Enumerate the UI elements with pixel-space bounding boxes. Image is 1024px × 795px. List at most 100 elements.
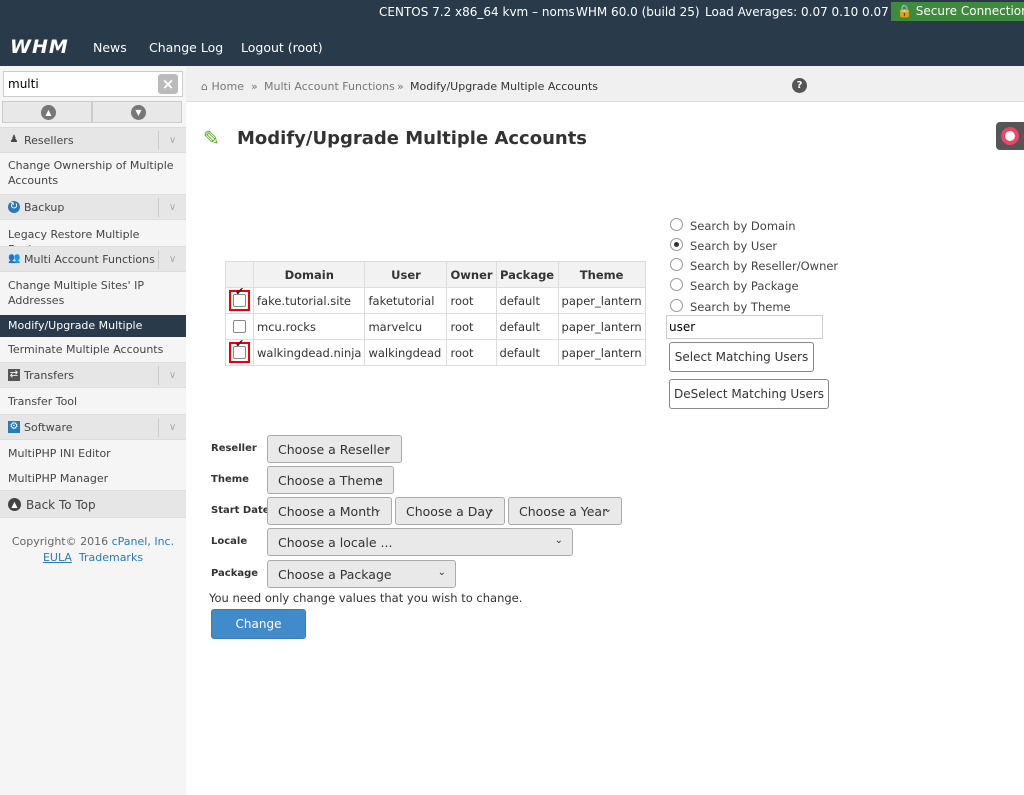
sidebar-item-modify-upgrade[interactable]: Modify/Upgrade Multiple Accounts: [0, 315, 186, 354]
category-software[interactable]: ⚙ Software ∨: [0, 414, 186, 440]
breadcrumb: ⌂ Home » Multi Account Functions » Modif…: [186, 66, 1024, 102]
row-checkbox[interactable]: [233, 294, 246, 307]
reseller-select[interactable]: Choose a Reseller ⌄: [267, 435, 402, 463]
clear-search-icon[interactable]: ×: [158, 74, 178, 94]
chevron-down-icon[interactable]: ∨: [158, 250, 186, 269]
theme-select-value: Choose a Theme: [278, 473, 383, 488]
search-term-input[interactable]: [666, 315, 823, 339]
search-input[interactable]: [3, 71, 183, 97]
chevron-down-icon: ⌄: [375, 473, 384, 484]
expand-all-button[interactable]: ▼: [92, 101, 182, 123]
package-select[interactable]: Choose a Package ⌄: [267, 560, 456, 588]
category-multi-account-functions[interactable]: 👥 Multi Account Functions ∨: [0, 246, 186, 272]
category-resellers[interactable]: ♟ Resellers ∨: [0, 127, 186, 153]
cell-domain: mcu.rocks: [252, 313, 366, 340]
arrow-up-icon: ▲: [41, 105, 56, 120]
nav-logout[interactable]: Logout (root): [241, 40, 323, 55]
sidebar-item-transfer-tool[interactable]: Transfer Tool: [8, 394, 183, 409]
sidebar-item-multiphp-ini[interactable]: MultiPHP INI Editor: [8, 446, 183, 461]
radio-button[interactable]: [670, 278, 683, 291]
chevron-down-icon[interactable]: ∨: [158, 366, 186, 385]
support-lifering-icon[interactable]: [996, 122, 1024, 150]
secure-connection-badge: 🔒 Secure Connection: [891, 2, 1024, 21]
select-matching-users-button[interactable]: Select Matching Users: [669, 342, 814, 372]
cell-package: default: [495, 339, 559, 366]
column-header-user: User: [364, 261, 448, 288]
cell-theme: paper_lantern: [557, 339, 646, 366]
help-icon[interactable]: ?: [792, 78, 807, 93]
day-select-value: Choose a Day: [406, 504, 493, 519]
copyright: Copyright© 2016 cPanel, Inc. EULA Tradem…: [0, 534, 186, 566]
cpanel-link[interactable]: cPanel, Inc.: [112, 535, 174, 548]
nav-change-log[interactable]: Change Log: [149, 40, 223, 55]
locale-select[interactable]: Choose a locale ... ⌄: [267, 528, 573, 556]
column-header-package: Package: [495, 261, 559, 288]
software-icon: ⚙: [8, 421, 20, 433]
row-checkbox[interactable]: [233, 320, 246, 333]
radio-label: Search by Reseller/Owner: [690, 259, 839, 273]
category-backup[interactable]: ↻ Backup ∨: [0, 194, 186, 220]
chevron-down-icon: ⌄: [603, 504, 612, 515]
radio-button[interactable]: [670, 258, 683, 271]
radio-button[interactable]: [670, 218, 683, 231]
eula-link[interactable]: EULA: [43, 551, 72, 564]
whm-version: WHM 60.0 (build 25): [576, 5, 700, 19]
breadcrumb-separator: »: [397, 80, 404, 93]
year-select-value: Choose a Year: [519, 504, 608, 519]
table-row[interactable]: fake.tutorial.site faketutorial root def…: [225, 287, 646, 314]
select-column-header: [225, 261, 254, 288]
chevron-down-icon: ⌄: [373, 504, 382, 515]
table-row[interactable]: walkingdead.ninja walkingdead root defau…: [225, 339, 646, 366]
month-select[interactable]: Choose a Month ⌄: [267, 497, 392, 525]
chevron-down-icon[interactable]: ∨: [158, 418, 186, 437]
breadcrumb-separator: »: [251, 80, 258, 93]
theme-select[interactable]: Choose a Theme ⌄: [267, 466, 394, 494]
accounts-table: Domain User Owner Package Theme fake.tut…: [225, 261, 646, 366]
category-transfers[interactable]: ⇄ Transfers ∨: [0, 362, 186, 388]
cell-owner: root: [446, 287, 497, 314]
category-label: Software: [24, 421, 73, 434]
radio-button[interactable]: [670, 299, 683, 312]
highlight-box: [229, 290, 250, 311]
back-to-top-button[interactable]: ▲ Back To Top: [0, 490, 186, 518]
transfers-icon: ⇄: [8, 369, 20, 381]
category-label: Backup: [24, 201, 65, 214]
radio-label: Search by User: [690, 239, 778, 253]
cell-theme: paper_lantern: [557, 287, 646, 314]
radio-label: Search by Package: [690, 279, 799, 293]
column-header-theme: Theme: [557, 261, 646, 288]
locale-select-value: Choose a locale ...: [278, 535, 393, 550]
column-header-domain: Domain: [252, 261, 366, 288]
sidebar-item-change-ip[interactable]: Change Multiple Sites' IP Addresses: [8, 278, 183, 308]
locale-label: Locale: [211, 536, 248, 547]
cell-user: marvelcu: [364, 313, 448, 340]
chevron-down-icon[interactable]: ∨: [158, 131, 186, 150]
trademarks-link[interactable]: Trademarks: [79, 551, 143, 564]
sidebar-item-terminate[interactable]: Terminate Multiple Accounts: [8, 342, 183, 357]
radio-button[interactable]: [670, 238, 683, 251]
whm-logo[interactable]: WHM: [10, 36, 69, 58]
nav-news[interactable]: News: [93, 40, 127, 55]
category-label: Resellers: [24, 134, 74, 147]
package-label: Package: [211, 568, 259, 579]
page-title: Modify/Upgrade Multiple Accounts: [237, 128, 588, 149]
arrow-down-icon: ▼: [131, 105, 146, 120]
sidebar-item-multiphp-manager[interactable]: MultiPHP Manager: [8, 471, 183, 486]
sidebar: × ▲ ▼ ♟ Resellers ∨ Change Ownership of …: [0, 66, 186, 795]
table-row[interactable]: mcu.rocks marvelcu root default paper_la…: [225, 313, 646, 340]
reseller-label: Reseller: [211, 443, 257, 454]
column-header-owner: Owner: [446, 261, 497, 288]
collapse-all-button[interactable]: ▲: [2, 101, 92, 123]
day-select[interactable]: Choose a Day ⌄: [395, 497, 505, 525]
month-select-value: Choose a Month: [278, 504, 379, 519]
breadcrumb-home[interactable]: ⌂ Home: [201, 80, 244, 93]
sidebar-item-change-ownership[interactable]: Change Ownership of Multiple Accounts: [8, 158, 183, 188]
year-select[interactable]: Choose a Year ⌄: [508, 497, 622, 525]
breadcrumb-home-label: Home: [211, 80, 244, 93]
deselect-matching-users-button[interactable]: DeSelect Matching Users: [669, 379, 829, 409]
change-button[interactable]: Change: [211, 609, 306, 639]
chevron-down-icon[interactable]: ∨: [158, 198, 186, 217]
top-bar: CENTOS 7.2 x86_64 kvm – noms WHM 60.0 (b…: [0, 0, 1024, 66]
breadcrumb-section[interactable]: Multi Account Functions: [264, 80, 395, 93]
row-checkbox[interactable]: [233, 346, 246, 359]
